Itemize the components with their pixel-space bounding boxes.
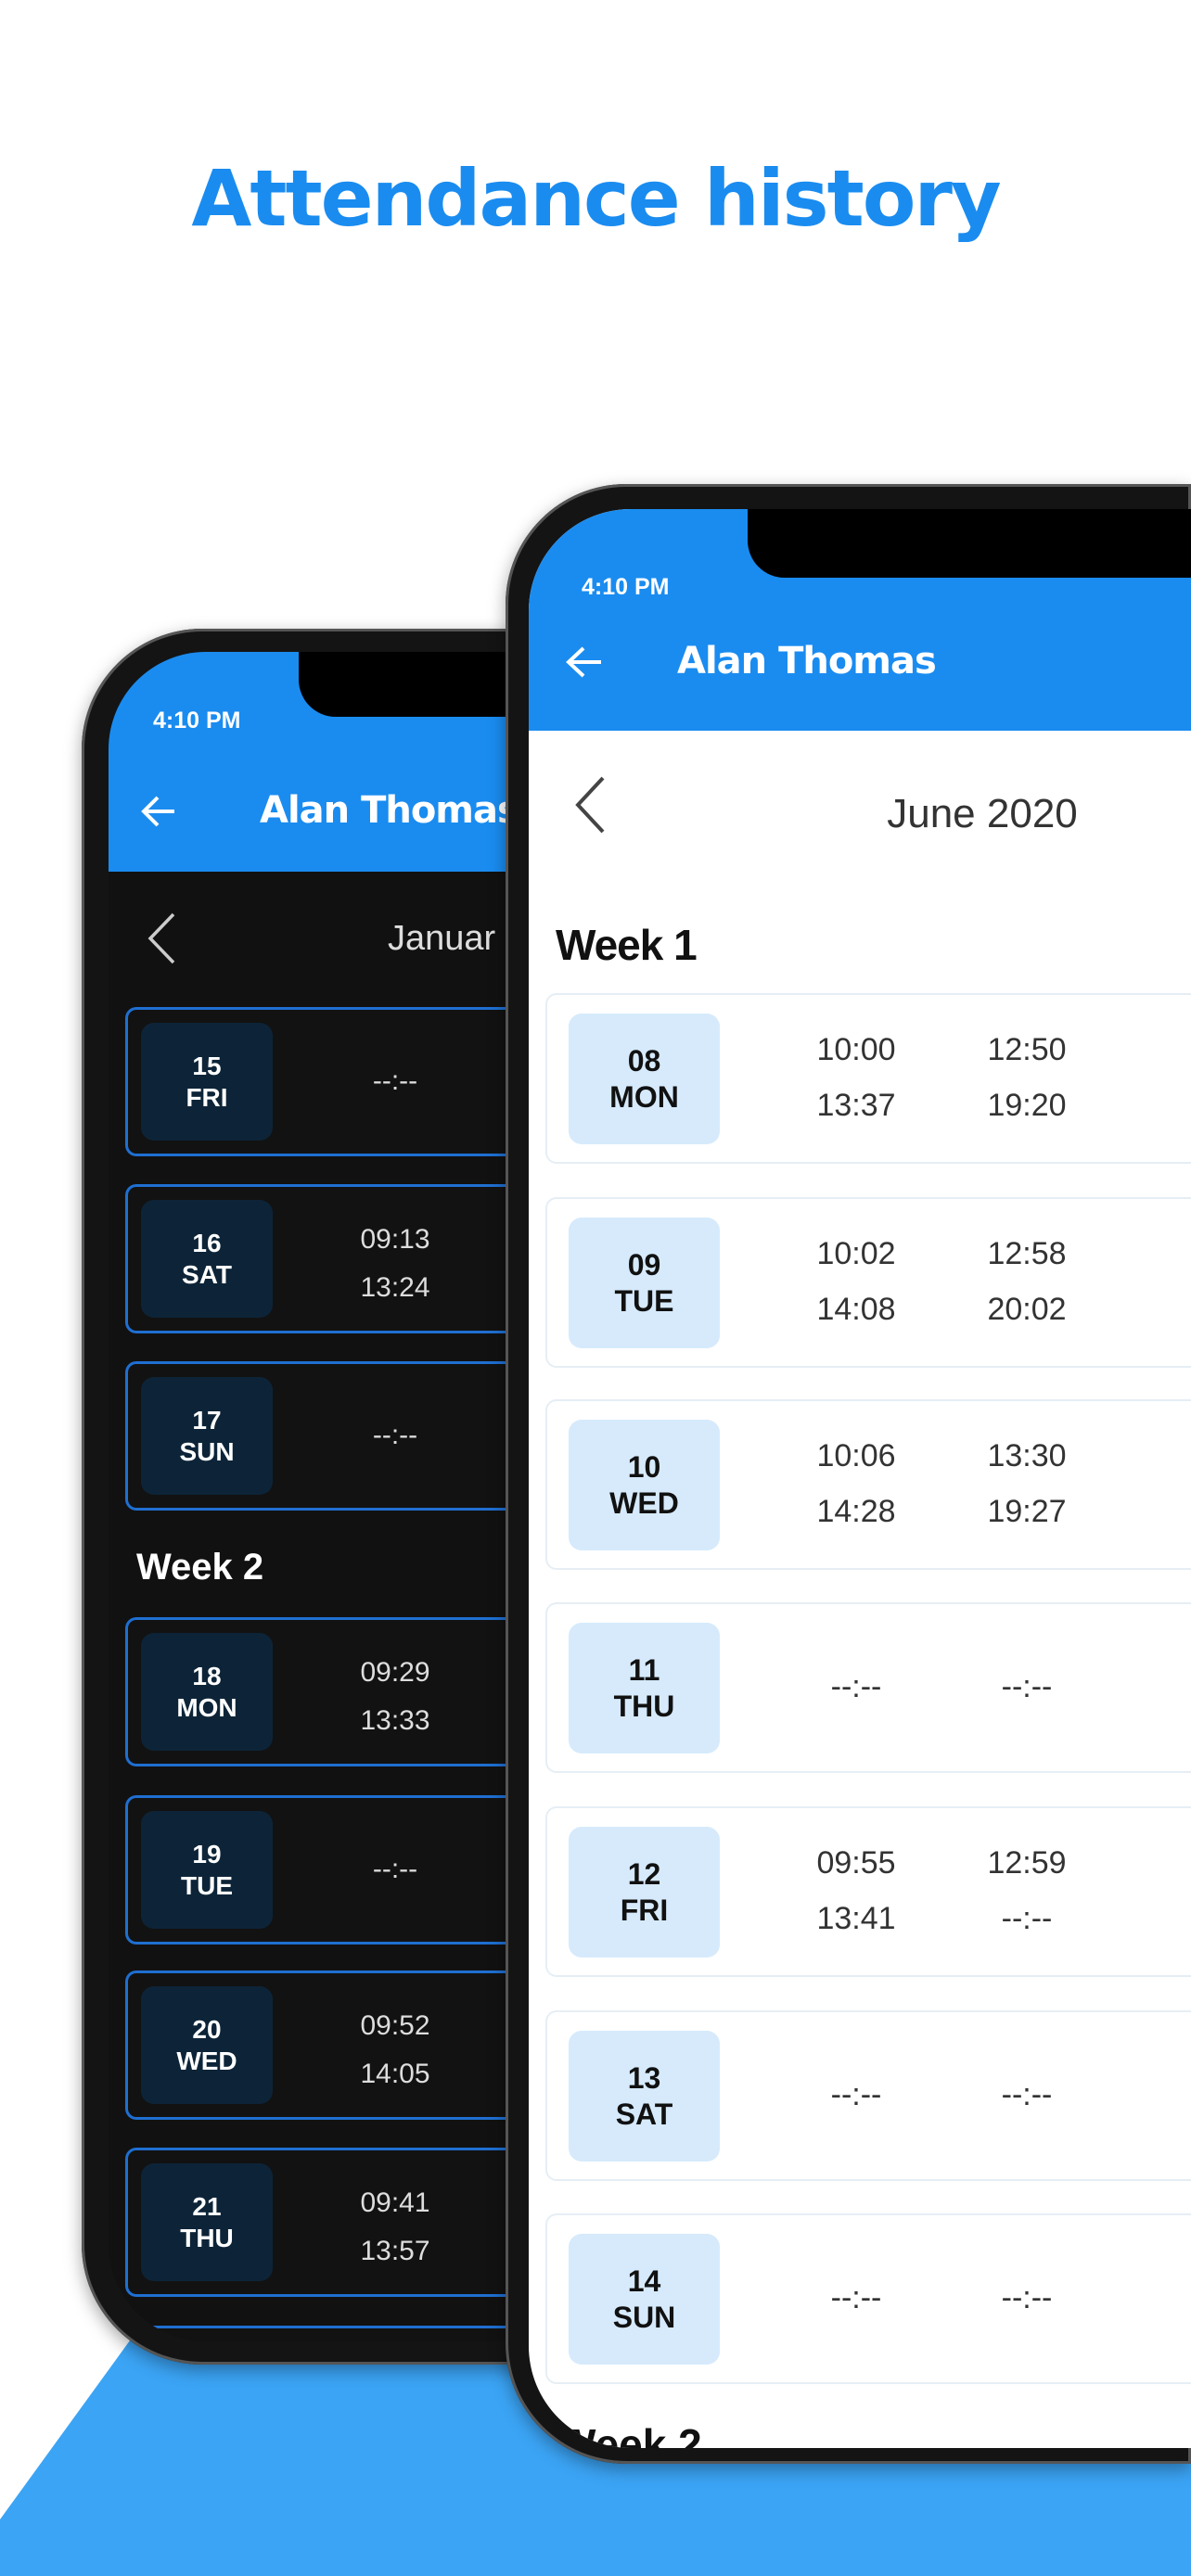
date-number: 13 (627, 2061, 661, 2096)
time-entry: --:-- (1001, 1669, 1053, 1704)
time-entry: 09:52 (360, 2010, 430, 2041)
date-number: 09 (627, 1248, 661, 1282)
back-arrow-icon[interactable] (564, 644, 605, 681)
week-heading: Week 1 (556, 921, 698, 969)
attendance-row[interactable]: 09 TUE 10:02 14:08 12:58 20:02 (545, 1197, 1191, 1368)
back-arrow-icon[interactable] (139, 793, 178, 830)
date-box: 15 FRI (141, 1023, 273, 1141)
day-name: SUN (612, 2300, 676, 2334)
time-entry: 13:24 (360, 1272, 430, 1303)
date-number: 08 (627, 1044, 661, 1078)
time-entry: 20:02 (987, 1292, 1067, 1327)
time-entry: --:-- (372, 1420, 418, 1450)
day-name: WED (176, 2046, 237, 2075)
day-name: TUE (181, 1870, 233, 1900)
date-box: 11 THU (569, 1623, 720, 1753)
time-entry: --:-- (830, 1669, 882, 1704)
date-box: 20 WED (141, 1986, 273, 2104)
day-name: MON (609, 1079, 679, 1114)
day-name: THU (613, 1689, 675, 1723)
date-box: 17 SUN (141, 1377, 273, 1495)
date-box: 12 FRI (569, 1827, 720, 1958)
date-number: 19 (192, 1839, 222, 1868)
status-time: 4:10 PM (582, 574, 670, 600)
attendance-row[interactable]: 12 FRI 09:55 13:41 12:59 --:-- (545, 1806, 1191, 1977)
time-entry: 14:28 (816, 1494, 896, 1529)
day-name: SAT (615, 2097, 673, 2131)
attendance-row[interactable]: 10 WED 10:06 14:28 13:30 19:27 (545, 1399, 1191, 1570)
time-entry: 12:58 (987, 1236, 1067, 1271)
day-name: SAT (182, 1259, 232, 1289)
time-entry: --:-- (372, 1854, 418, 1884)
time-entry: 19:27 (987, 1494, 1067, 1529)
time-entry: 12:50 (987, 1032, 1067, 1067)
time-entry: 09:29 (360, 1657, 430, 1688)
time-entry: 13:41 (816, 1901, 896, 1936)
date-box: 09 TUE (569, 1218, 720, 1348)
page-title: Attendance history (191, 153, 1001, 244)
date-number: 15 (192, 1051, 222, 1080)
time-entry: 13:57 (360, 2236, 430, 2266)
status-time: 4:10 PM (153, 708, 241, 733)
date-box: 10 WED (569, 1420, 720, 1550)
chevron-left-icon[interactable] (573, 775, 607, 835)
time-entry: 09:41 (360, 2187, 430, 2218)
week-heading: Week 2 (136, 1547, 264, 1588)
week-heading: Week 2 (556, 2420, 702, 2448)
date-box: 14 SUN (569, 2234, 720, 2365)
time-entry: 13:33 (360, 1705, 430, 1736)
date-number: 21 (192, 2191, 222, 2221)
date-box: 08 MON (569, 1014, 720, 1144)
date-box: 16 SAT (141, 1200, 273, 1318)
light-phone-screen: 4:10 PM Alan Thomas June 2020 Week 1 08 M… (529, 509, 1191, 2448)
chevron-left-icon[interactable] (146, 912, 177, 965)
time-entry: 14:08 (816, 1292, 896, 1327)
header-title: Alan Thomas (260, 789, 519, 832)
date-box: 21 THU (141, 2163, 273, 2281)
time-entry: 14:05 (360, 2059, 430, 2089)
attendance-row[interactable]: 13 SAT --:-- --:-- (545, 2010, 1191, 2181)
time-entry: --:-- (830, 2077, 882, 2112)
month-label: June 2020 (887, 791, 1078, 836)
month-label: Januar (388, 919, 496, 958)
header-title: Alan Thomas (677, 640, 937, 682)
date-number: 17 (192, 1405, 222, 1435)
time-entry: 09:55 (816, 1845, 896, 1881)
day-name: THU (180, 2223, 234, 2252)
time-entry: --:-- (830, 2280, 882, 2315)
time-entry: 09:13 (360, 1224, 430, 1255)
day-name: WED (609, 1486, 679, 1520)
date-number: 14 (627, 2264, 661, 2299)
date-box: 18 MON (141, 1633, 273, 1751)
time-entry: 19:20 (987, 1088, 1067, 1123)
attendance-row[interactable]: 11 THU --:-- --:-- (545, 1602, 1191, 1773)
date-box: 13 SAT (569, 2031, 720, 2162)
attendance-row[interactable]: 14 SUN --:-- --:-- (545, 2213, 1191, 2384)
time-entry: 10:00 (816, 1032, 896, 1067)
day-name: SUN (179, 1436, 235, 1466)
date-number: 12 (627, 1857, 661, 1892)
notch (748, 509, 1191, 578)
time-entry: --:-- (1001, 2077, 1053, 2112)
day-name: TUE (614, 1283, 674, 1318)
day-name: FRI (186, 1082, 228, 1112)
time-entry: --:-- (372, 1065, 418, 1096)
date-box: 19 TUE (141, 1811, 273, 1929)
date-number: 16 (192, 1228, 222, 1257)
time-entry: --:-- (1001, 1901, 1053, 1936)
attendance-row[interactable]: 08 MON 10:00 13:37 12:50 19:20 (545, 993, 1191, 1164)
time-entry: 13:37 (816, 1088, 896, 1123)
date-number: 10 (627, 1450, 661, 1485)
time-entry: --:-- (1001, 2280, 1053, 2315)
day-name: FRI (620, 1893, 669, 1927)
date-number: 11 (628, 1653, 660, 1688)
time-entry: 10:06 (816, 1438, 896, 1473)
date-number: 18 (192, 1661, 222, 1690)
time-entry: 13:30 (987, 1438, 1067, 1473)
date-number: 20 (192, 2014, 222, 2044)
time-entry: 12:59 (987, 1845, 1067, 1881)
time-entry: 10:02 (816, 1236, 896, 1271)
day-name: MON (176, 1692, 237, 1722)
